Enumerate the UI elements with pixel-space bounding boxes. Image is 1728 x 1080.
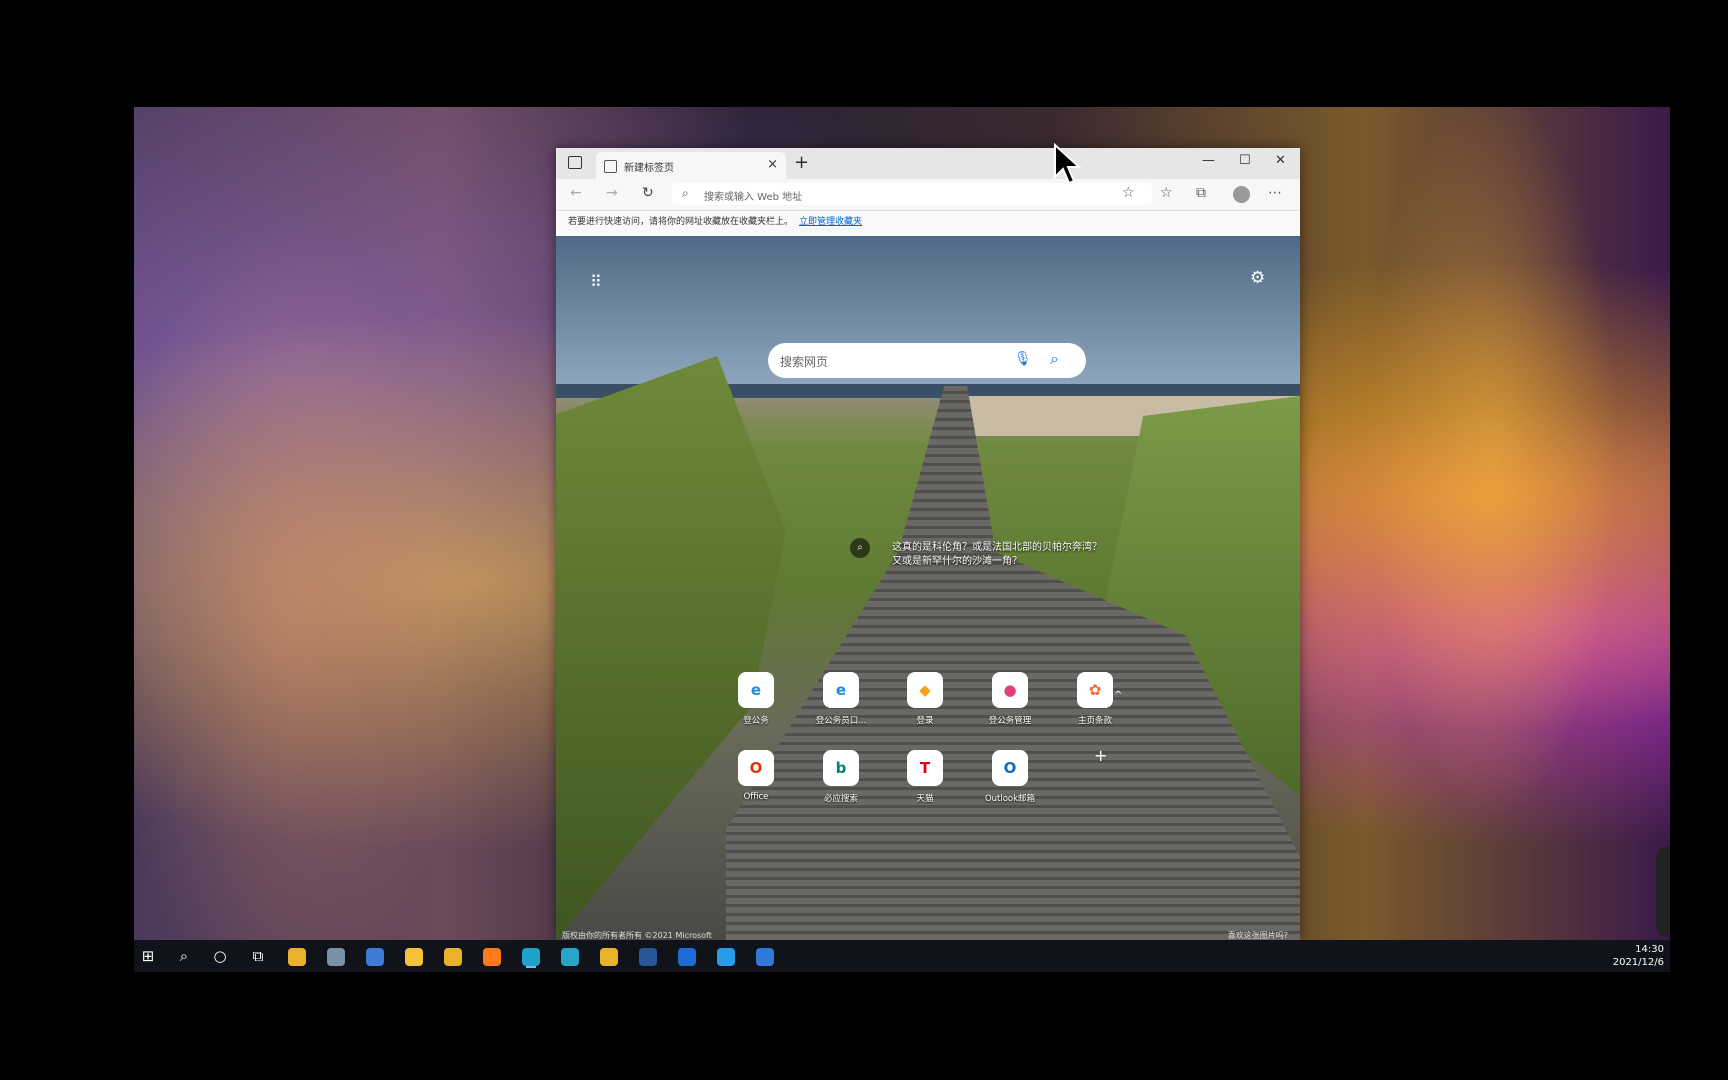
box-cube-icon: ◆ xyxy=(907,672,943,708)
browser-window: 新建标签页 × + — ☐ ✕ ← → ↻ ⌕ 搜索或输入 Web 地址 ☆ ☆… xyxy=(556,148,1300,940)
quick-link-label: 天猫 xyxy=(916,794,934,804)
search-icon: ⌕ xyxy=(682,186,689,200)
new-tab-page: ⠿ ⚙ 搜索网页 🎙 ⌕ ⌕ 这真的是科伦角？或是法国北部的贝帕尔奔湾？又或是新… xyxy=(556,236,1300,940)
cortana-icon[interactable]: ○ xyxy=(210,946,230,966)
add-site-button[interactable]: + xyxy=(1094,746,1107,765)
tab-title: 新建标签页 xyxy=(624,163,674,174)
web-search-box[interactable]: 搜索网页 🎙 ⌕ xyxy=(768,343,1086,378)
app-shield-icon[interactable] xyxy=(756,948,774,966)
image-info-icon[interactable]: ⌕ xyxy=(850,538,870,558)
quick-link-item[interactable]: e 登公务员口... xyxy=(811,672,871,726)
collections-icon[interactable]: ⧉ xyxy=(1196,185,1206,201)
quick-link-label: 必应搜索 xyxy=(823,794,858,804)
edge-handle xyxy=(1656,847,1670,937)
quick-link-item[interactable]: O Outlook邮箱 xyxy=(980,750,1040,804)
chrome-2-icon[interactable] xyxy=(444,948,462,966)
clock-time: 14:30 xyxy=(1635,944,1664,955)
system-clock[interactable]: 14:30 2021/12/6 xyxy=(1613,943,1664,969)
word-icon[interactable] xyxy=(639,948,657,966)
quick-link-item[interactable]: ◆ 登录 xyxy=(895,672,955,726)
wallpaper-right-art xyxy=(1314,107,1670,971)
quick-link-item[interactable]: ✿ 主页条款 xyxy=(1065,672,1125,726)
tmall-icon: T xyxy=(907,750,943,786)
quick-link-label: Outlook邮箱 xyxy=(984,794,1036,804)
newtab-favicon-icon xyxy=(604,160,617,173)
edge-blue-icon: e xyxy=(823,672,859,708)
tab-newtab[interactable]: 新建标签页 × xyxy=(596,152,786,179)
app-screen-icon[interactable] xyxy=(678,948,696,966)
favorites-bar: 若要进行快速访问，请将你的网址收藏放在收藏夹栏上。 立即管理收藏夹 xyxy=(556,211,1300,233)
search-icon[interactable]: ⌕ xyxy=(1050,349,1059,369)
refresh-icon[interactable]: ↻ xyxy=(642,185,654,201)
bing-icon: b xyxy=(823,750,859,786)
quick-link-item[interactable]: T 天猫 xyxy=(895,750,955,804)
app-share-icon[interactable] xyxy=(366,948,384,966)
firefox-icon[interactable] xyxy=(483,948,501,966)
orange-flower-icon: ✿ xyxy=(1077,672,1113,708)
minimize-button[interactable]: — xyxy=(1202,153,1215,168)
quick-link-label: 登公务员口... xyxy=(815,716,867,726)
quick-link-item[interactable]: e 登公务 xyxy=(726,672,786,726)
wallpaper-left-art xyxy=(134,107,514,971)
app-bird-icon[interactable] xyxy=(327,948,345,966)
add-favorite-icon[interactable]: ☆ xyxy=(1122,185,1135,201)
task-view-icon[interactable]: ⧉ xyxy=(248,946,268,966)
like-image-link[interactable]: 喜欢这张图片吗? xyxy=(1228,930,1288,940)
address-placeholder: 搜索或输入 Web 地址 xyxy=(704,192,803,203)
office-icon: O xyxy=(738,750,774,786)
chrome-icon[interactable] xyxy=(288,948,306,966)
taskbar: ⊞ ⌕ ○ ⧉ 14:30 2021/12/6 xyxy=(134,940,1670,972)
search-placeholder: 搜索网页 xyxy=(780,355,829,369)
settings-gear-icon[interactable]: ⚙ xyxy=(1250,268,1265,288)
quick-link-item[interactable]: ● 登公务管理 xyxy=(980,672,1040,726)
app-launcher-icon[interactable]: ⠿ xyxy=(590,272,602,291)
quick-link-item[interactable]: b 必应搜索 xyxy=(811,750,871,804)
manage-favorites-link[interactable]: 立即管理收藏夹 xyxy=(799,217,862,227)
clock-date: 2021/12/6 xyxy=(1612,957,1664,968)
quick-link-item[interactable]: O Office xyxy=(726,750,786,802)
edge-icon[interactable] xyxy=(522,948,540,966)
quick-link-label: 登公务 xyxy=(743,716,769,726)
maximize-button[interactable]: ☐ xyxy=(1239,153,1251,168)
app-blue-icon[interactable] xyxy=(717,948,735,966)
toolbar: ← → ↻ ⌕ 搜索或输入 Web 地址 ☆ ☆ ⧉ ⋯ xyxy=(556,179,1300,211)
profile-avatar[interactable] xyxy=(1233,186,1250,203)
quick-link-label: 登公务管理 xyxy=(988,716,1032,726)
windows-start-icon[interactable]: ⊞ xyxy=(138,946,158,966)
chrome-3-icon[interactable] xyxy=(600,948,618,966)
tab-close-icon[interactable]: × xyxy=(767,157,778,172)
favorites-icon[interactable]: ☆ xyxy=(1160,185,1173,201)
tab-bar: 新建标签页 × + — ☐ ✕ xyxy=(556,148,1300,179)
quick-link-label: 主页条款 xyxy=(1077,716,1112,726)
pink-circle-icon: ● xyxy=(992,672,1028,708)
favorites-bar-text: 若要进行快速访问，请将你的网址收藏放在收藏夹栏上。 xyxy=(568,217,794,227)
image-caption: 这真的是科伦角？或是法国北部的贝帕尔奔湾？又或是新罕什尔的沙滩一角？ xyxy=(892,542,1102,567)
tab-actions-icon[interactable] xyxy=(568,156,582,169)
forward-icon[interactable]: → xyxy=(606,185,618,201)
microphone-icon[interactable]: 🎙 xyxy=(1014,351,1032,367)
close-button[interactable]: ✕ xyxy=(1275,153,1286,168)
back-icon[interactable]: ← xyxy=(570,185,582,201)
photo-credit: 版权由你的所有者所有 ©2021 Microsoft xyxy=(562,931,712,940)
quick-link-label: 登录 xyxy=(916,716,934,726)
file-explorer-icon[interactable] xyxy=(405,948,423,966)
search-icon[interactable]: ⌕ xyxy=(174,946,194,966)
edge-blue-icon: e xyxy=(738,672,774,708)
quick-link-label: Office xyxy=(743,792,769,802)
outlook-icon: O xyxy=(992,750,1028,786)
new-tab-button[interactable]: + xyxy=(794,152,809,173)
edge-search-icon[interactable] xyxy=(561,948,579,966)
more-icon[interactable]: ⋯ xyxy=(1268,185,1282,201)
